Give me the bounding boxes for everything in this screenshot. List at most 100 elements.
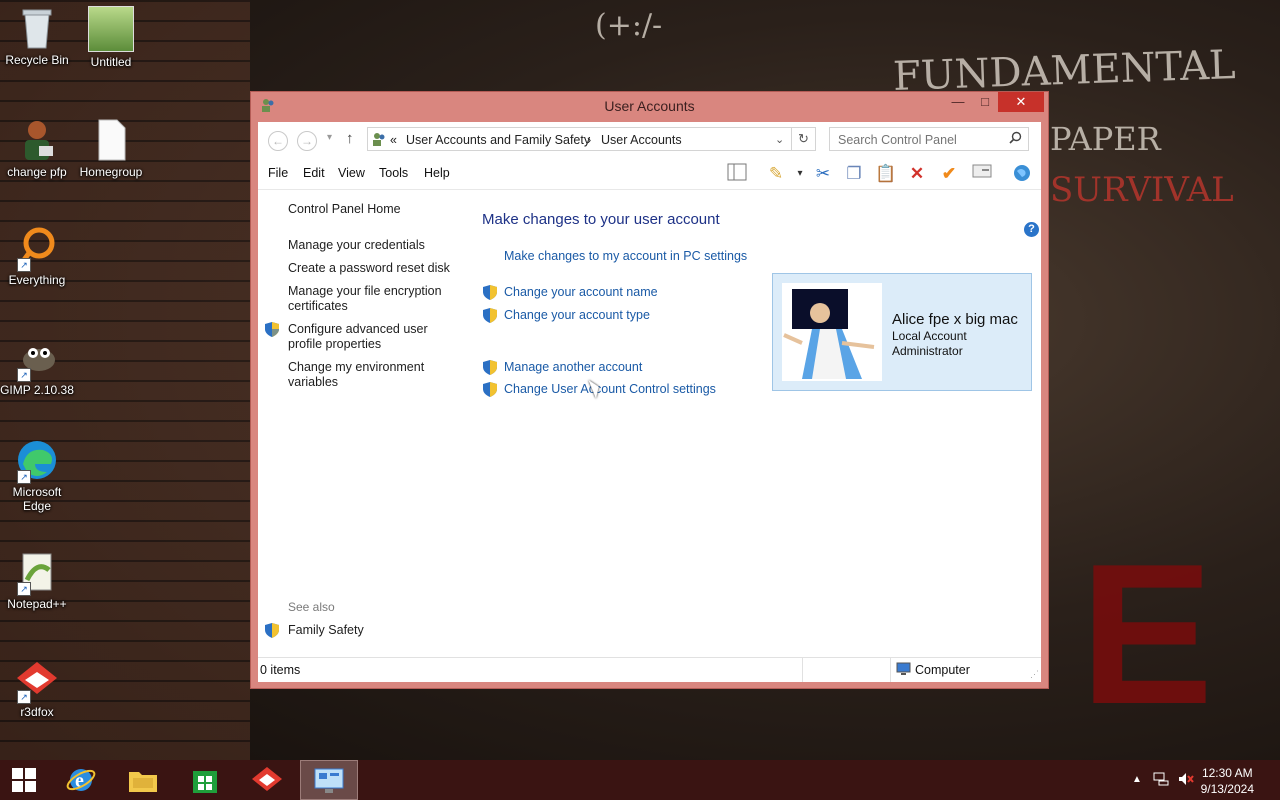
uac-shield-icon [265, 322, 279, 337]
title-bar[interactable]: User Accounts — □ ✕ [251, 92, 1048, 120]
menu-view[interactable]: View [338, 166, 365, 180]
maximize-button[interactable]: □ [968, 92, 1002, 112]
shortcut-arrow-icon: ↗ [17, 690, 31, 704]
cut-scissors-icon[interactable]: ✂ [812, 163, 834, 185]
edge-browser-icon: ↗ [15, 438, 59, 484]
status-location: Computer [915, 663, 970, 677]
configure-advanced-profile-link[interactable]: Configure advanced user profile properti… [288, 322, 438, 352]
show-hidden-icons-chevron-icon[interactable]: ▲ [1132, 774, 1142, 785]
manage-credentials-link[interactable]: Manage your credentials [288, 238, 458, 253]
internet-explorer-icon: e [66, 769, 96, 792]
wallpaper-text-3: SURVIVAL [1050, 170, 1234, 210]
globe-icon[interactable] [1011, 163, 1033, 185]
properties-window-icon[interactable] [971, 163, 993, 185]
folder-icon [129, 772, 157, 792]
control-panel-icon [371, 131, 387, 150]
breadcrumb-user-accounts[interactable]: User Accounts [601, 133, 682, 147]
control-panel-home-link[interactable]: Control Panel Home [288, 202, 458, 217]
taskbar-clock[interactable]: 12:30 AM 9/13/2024 [1201, 765, 1254, 797]
start-button[interactable] [0, 760, 48, 800]
address-prefix: « [390, 133, 397, 147]
shortcut-arrow-icon: ↗ [17, 470, 31, 484]
shortcut-arrow-icon: ↗ [17, 582, 31, 596]
search-input[interactable] [836, 132, 1010, 148]
pc-settings-link[interactable]: Make changes to my account in PC setting… [504, 249, 747, 263]
account-role: Administrator [892, 344, 963, 358]
account-picture [782, 283, 882, 381]
address-bar[interactable]: « User Accounts and Family Safety › User… [367, 127, 792, 151]
up-arrow-icon[interactable]: ↑ [346, 130, 354, 147]
window-title: User Accounts [604, 98, 695, 114]
desktop-icon-edge[interactable]: ↗ Microsoft Edge [0, 438, 75, 513]
forward-arrow-icon[interactable]: → [297, 131, 317, 151]
taskbar-store[interactable] [176, 760, 234, 800]
taskbar-file-explorer[interactable] [114, 760, 172, 800]
breadcrumb-separator[interactable]: › [587, 133, 591, 147]
uac-shield-icon [483, 382, 497, 397]
desktop-icon-r3dfox[interactable]: ↗ r3dfox [0, 658, 75, 719]
clock-time: 12:30 AM [1201, 766, 1253, 780]
user-accounts-window: User Accounts — □ ✕ ← → ▾ ↑ « User Accou… [250, 91, 1049, 689]
change-uac-settings-link[interactable]: Change User Account Control settings [504, 382, 716, 396]
organize-dropdown-chevron-icon[interactable]: ▾ [789, 163, 811, 185]
desktop-icon-label: Recycle Bin [5, 53, 69, 67]
shortcut-arrow-icon: ↗ [17, 258, 31, 272]
desktop-icon-change-pfp[interactable]: change pfp [0, 118, 75, 179]
menu-edit[interactable]: Edit [303, 166, 325, 180]
window-client-area: ← → ▾ ↑ « User Accounts and Family Safet… [258, 122, 1041, 682]
change-account-name-link[interactable]: Change your account name [504, 285, 658, 299]
uac-shield-icon [483, 285, 497, 300]
delete-x-icon[interactable]: ✕ [906, 163, 928, 185]
wallpaper-red-art: E [1080, 523, 1214, 746]
create-password-reset-disk-link[interactable]: Create a password reset disk [288, 261, 458, 276]
manage-another-account-link[interactable]: Manage another account [504, 360, 642, 374]
desktop-icon-recycle-bin[interactable]: Recycle Bin [0, 6, 75, 67]
page-heading: Make changes to your user account [482, 211, 720, 228]
copy-icon[interactable]: ❐ [843, 163, 865, 185]
store-icon [193, 771, 217, 793]
menu-file[interactable]: File [268, 166, 288, 180]
desktop-icon-label: change pfp [7, 165, 67, 179]
account-card: Alice fpe x big mac Local Account Admini… [772, 273, 1032, 391]
menu-help[interactable]: Help [424, 166, 450, 180]
manage-file-encryption-link[interactable]: Manage your file encryption certificates [288, 284, 448, 314]
volume-muted-icon[interactable] [1178, 772, 1194, 789]
address-dropdown-chevron-icon[interactable]: ⌄ [775, 133, 784, 146]
menu-tools[interactable]: Tools [379, 166, 408, 180]
computer-icon [896, 662, 911, 679]
change-account-type-link[interactable]: Change your account type [504, 308, 650, 322]
taskbar-control-panel[interactable] [300, 760, 358, 800]
search-icon[interactable] [1009, 131, 1022, 147]
desktop-icon-label: GIMP 2.10.38 [0, 383, 74, 397]
breadcrumb-user-accounts-family-safety[interactable]: User Accounts and Family Safety [406, 133, 590, 147]
checkmark-icon[interactable]: ✔ [938, 163, 960, 185]
layout-pane-icon[interactable] [726, 163, 748, 185]
taskbar-internet-explorer[interactable]: e [52, 760, 110, 800]
recent-pages-chevron-icon[interactable]: ▾ [327, 132, 332, 143]
desktop-icon-homegroup[interactable]: Homegroup [73, 118, 149, 179]
recycle-bin-icon [15, 6, 59, 50]
menu-bar: File Edit View Tools Help ✎ ▾ ✂ ❐ 📋 ✕ ✔ [258, 158, 1041, 190]
desktop-icon-notepadpp[interactable]: ↗ Notepad++ [0, 550, 75, 611]
paste-clipboard-icon[interactable]: 📋 [875, 163, 897, 185]
clock-date: 9/13/2024 [1200, 782, 1254, 796]
desktop-icon-gimp[interactable]: ↗ GIMP 2.10.38 [0, 336, 75, 397]
change-environment-variables-link[interactable]: Change my environment variables [288, 360, 438, 390]
search-box[interactable] [829, 127, 1029, 151]
main-content: Make changes to your user account Make c… [468, 190, 1041, 658]
network-icon[interactable] [1153, 772, 1169, 789]
magnifier-orange-icon: ↗ [15, 226, 59, 272]
desktop-icon-untitled[interactable]: Untitled [73, 6, 149, 69]
resize-grip-icon[interactable]: ⋰ [1030, 669, 1039, 680]
desktop-icon-everything[interactable]: ↗ Everything [0, 226, 75, 287]
taskbar-r3dfox[interactable] [238, 760, 296, 800]
organize-folder-icon[interactable]: ✎ [765, 163, 787, 185]
control-panel-icon [314, 768, 344, 793]
refresh-icon[interactable]: ↻ [792, 127, 816, 151]
back-arrow-icon[interactable]: ← [268, 131, 288, 151]
close-button[interactable]: ✕ [998, 92, 1044, 112]
family-safety-link[interactable]: Family Safety [288, 623, 458, 638]
left-navigation-pane: Control Panel Home Manage your credentia… [258, 190, 468, 658]
uac-shield-icon [265, 623, 279, 638]
status-item-count: 0 items [260, 663, 301, 677]
